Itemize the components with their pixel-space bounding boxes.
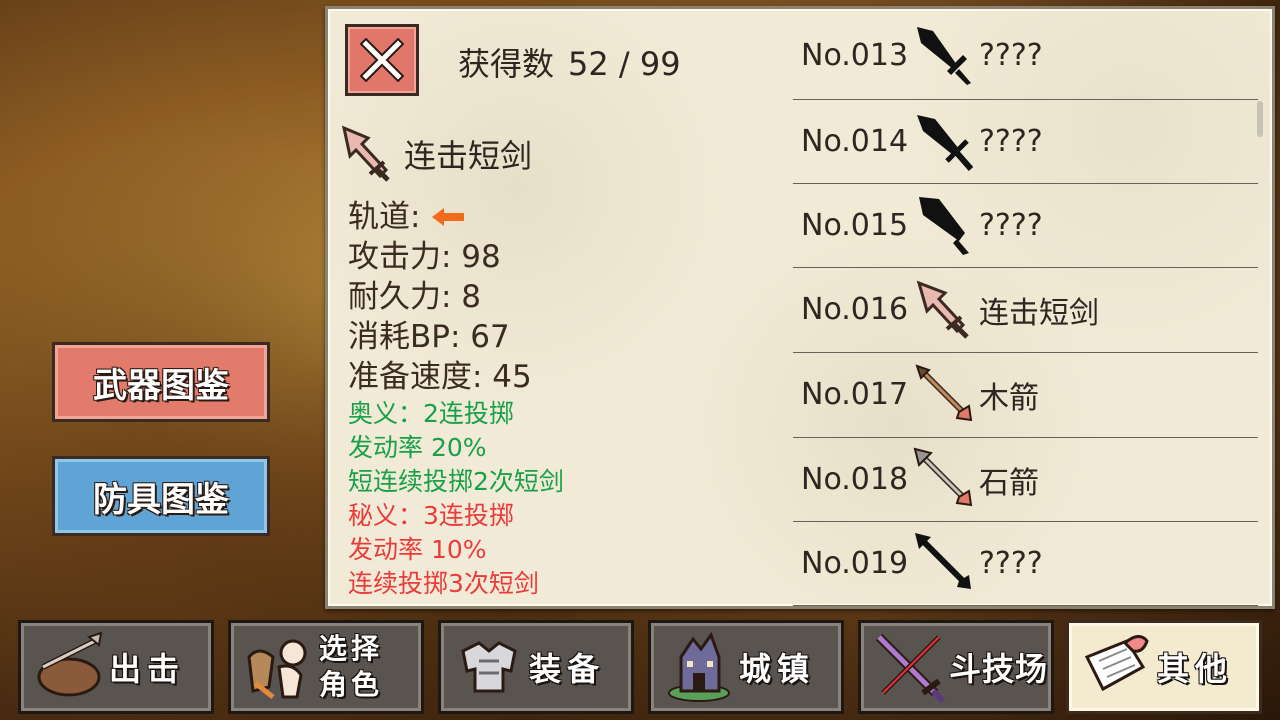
combo-dagger-icon bbox=[916, 280, 969, 339]
list-item[interactable]: No.017 木箭 bbox=[793, 352, 1258, 437]
nav-equip-button[interactable]: 装备 bbox=[438, 620, 634, 714]
prep-speed-stat: 准备速度: 45 bbox=[348, 359, 532, 395]
weapon-book-button[interactable]: 武器图鉴 bbox=[52, 342, 270, 422]
item-name: ???? bbox=[979, 546, 1043, 581]
left-arrow-icon bbox=[432, 208, 465, 226]
skill2-title: 秘义：3连投掷 bbox=[348, 501, 514, 530]
bowl-icon bbox=[37, 631, 103, 697]
item-name: ???? bbox=[979, 124, 1043, 159]
skill1-title: 奥义：2连投掷 bbox=[348, 399, 514, 428]
item-name: 连击短剑 bbox=[979, 295, 1099, 331]
skill1-rate: 发动率 20% bbox=[348, 433, 487, 462]
armor-book-button[interactable]: 防具图鉴 bbox=[52, 456, 270, 536]
list-item[interactable]: No.018 石箭 bbox=[793, 437, 1258, 522]
black-arrow-icon bbox=[915, 532, 971, 589]
weapon-stats: 轨道: 攻击力: 98 耐久力: 8 消耗BP: 67 准备速度: 45 奥义：… bbox=[348, 197, 564, 601]
list-item[interactable]: No.019 ???? bbox=[793, 521, 1258, 606]
stone-arrow-icon bbox=[913, 447, 973, 506]
skill2-rate: 发动率 10% bbox=[348, 535, 487, 564]
obtained-value: 52 / 99 bbox=[568, 45, 681, 83]
nav-town-label: 城镇 bbox=[739, 650, 816, 688]
nav-select-line2: 角色 bbox=[319, 668, 384, 701]
weapon-list[interactable]: No.013 ???? No.014 ???? No.015 ???? No.0… bbox=[793, 9, 1258, 606]
close-button[interactable] bbox=[345, 24, 419, 96]
black-cleaver-icon bbox=[919, 196, 969, 255]
crossed-swords-icon bbox=[875, 633, 946, 704]
scroll-icon bbox=[1084, 635, 1149, 692]
nav-arena-button[interactable]: 斗技场 bbox=[858, 620, 1054, 714]
armor-icon bbox=[461, 641, 517, 693]
selected-weapon-name: 连击短剑 bbox=[404, 137, 533, 175]
weapon-book-panel: 获得数 52 / 99 连击短剑 轨道: 攻击力: 98 耐久力: 8 消耗BP:… bbox=[325, 6, 1275, 609]
nav-select-character-label: 选择 角色 bbox=[319, 631, 383, 703]
item-number: No.014 bbox=[801, 124, 909, 159]
item-number: No.016 bbox=[801, 292, 909, 327]
item-number: No.017 bbox=[801, 377, 909, 412]
selected-weapon-header: 连击短剑 bbox=[340, 124, 532, 184]
skill2-desc: 连续投掷3次短剑 bbox=[348, 569, 539, 598]
list-item[interactable]: No.013 ???? bbox=[793, 13, 1258, 98]
close-icon bbox=[360, 38, 404, 82]
nav-select-character-button[interactable]: 选择 角色 bbox=[228, 620, 424, 714]
list-item[interactable]: No.015 ???? bbox=[793, 183, 1258, 268]
list-scrollbar[interactable] bbox=[1257, 101, 1263, 137]
track-label: 轨道: bbox=[348, 199, 421, 235]
list-item[interactable]: No.016 连击短剑 bbox=[793, 267, 1258, 352]
item-number: No.013 bbox=[801, 38, 909, 73]
nav-select-line1: 选择 bbox=[319, 632, 384, 665]
wood-arrow-icon bbox=[915, 363, 973, 421]
nav-sortie-button[interactable]: 出击 bbox=[18, 620, 214, 714]
nav-other-button[interactable]: 其他 bbox=[1066, 620, 1262, 714]
item-number: No.019 bbox=[801, 546, 909, 581]
attack-stat: 攻击力: 98 bbox=[348, 239, 501, 275]
obtained-count: 获得数 52 / 99 bbox=[458, 39, 681, 85]
bp-cost-stat: 消耗BP: 67 bbox=[348, 319, 510, 355]
nav-other-label: 其他 bbox=[1157, 650, 1234, 688]
item-name: 木箭 bbox=[979, 380, 1039, 416]
obtained-label: 获得数 bbox=[458, 45, 555, 83]
black-sword-icon bbox=[917, 26, 971, 85]
castle-icon bbox=[668, 631, 730, 702]
character-icon bbox=[247, 639, 307, 699]
combo-dagger-icon bbox=[341, 125, 390, 182]
divider bbox=[793, 605, 1258, 606]
nav-town-button[interactable]: 城镇 bbox=[648, 620, 844, 714]
item-name: ???? bbox=[979, 208, 1043, 243]
item-name: ???? bbox=[979, 38, 1043, 73]
skill1-desc: 短连续投掷2次短剑 bbox=[348, 467, 564, 496]
nav-arena-label: 斗技场 bbox=[949, 650, 1049, 688]
nav-sortie-label: 出击 bbox=[109, 650, 186, 688]
item-number: No.018 bbox=[801, 462, 909, 497]
item-number: No.015 bbox=[801, 208, 909, 243]
nav-equip-label: 装备 bbox=[529, 650, 606, 688]
track-row: 轨道: bbox=[348, 197, 564, 237]
durability-stat: 耐久力: 8 bbox=[348, 279, 482, 315]
black-dagger-icon bbox=[917, 114, 974, 171]
item-name: 石箭 bbox=[979, 465, 1039, 501]
list-item[interactable]: No.014 ???? bbox=[793, 99, 1258, 184]
